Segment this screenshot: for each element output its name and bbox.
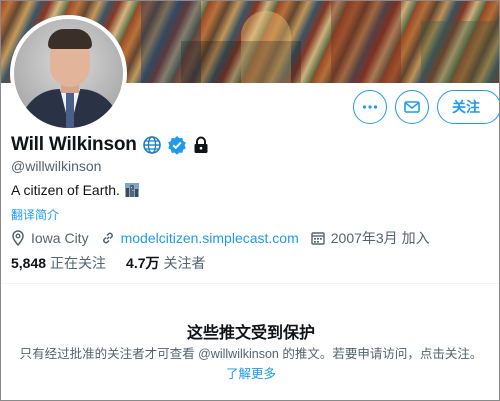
avatar[interactable] <box>10 15 127 132</box>
joined-date: 2007年3月 加入 <box>330 230 430 246</box>
globe-icon <box>142 135 162 155</box>
banner-mural-detail <box>181 41 301 83</box>
website-link[interactable]: modelcitizen.simplecast.com <box>121 230 299 246</box>
follow-counts: 5,848 正在关注 4.7万 关注者 <box>11 253 226 273</box>
translate-bio-link[interactable]: 翻译简介 <box>11 206 59 223</box>
banner-mural-detail <box>421 21 499 83</box>
more-button[interactable] <box>353 90 387 124</box>
followers-count: 4.7万 <box>126 255 160 271</box>
location-item: Iowa City <box>11 230 89 246</box>
message-icon <box>404 101 420 113</box>
verified-badge-icon[interactable] <box>167 135 187 155</box>
profile-meta: Iowa City modelcitizen.simplecast.com 20… <box>11 228 442 248</box>
message-button[interactable] <box>395 90 429 124</box>
more-icon <box>362 105 378 109</box>
name-row: Will Wilkinson <box>11 134 210 156</box>
protected-title: 这些推文受到保护 <box>186 325 315 342</box>
location-pin-icon <box>12 230 24 246</box>
following-label: 正在关注 <box>50 255 107 271</box>
profile-page: 关注 Will Wilkinson @willwilkinson A citiz… <box>0 0 500 401</box>
protected-description: 只有经过批准的关注者才可查看 @willwilkinson 的推文。若要申请访问… <box>19 347 483 361</box>
banner-mural-detail <box>331 1 401 83</box>
bio-text: A citizen of Earth. <box>11 182 120 198</box>
calendar-icon <box>311 232 325 245</box>
following-count: 5,848 <box>11 255 47 271</box>
followers-count-link[interactable]: 4.7万 关注者 <box>126 253 205 273</box>
display-name: Will Wilkinson <box>11 134 137 155</box>
following-count-link[interactable]: 5,848 正在关注 <box>11 253 106 273</box>
section-divider <box>1 283 499 284</box>
joined-item: 2007年3月 加入 <box>311 228 430 248</box>
cityscape-emoji-icon <box>124 183 139 197</box>
website-item: modelcitizen.simplecast.com <box>101 230 299 246</box>
learn-more-link[interactable]: 了解更多 <box>1 363 499 382</box>
user-handle: @willwilkinson <box>11 158 102 174</box>
follow-button[interactable]: 关注 <box>437 90 499 124</box>
followers-label: 关注者 <box>163 255 206 271</box>
bio: A citizen of Earth. <box>11 182 139 198</box>
location-text: Iowa City <box>31 230 89 246</box>
lock-icon <box>192 135 210 155</box>
link-icon <box>102 232 113 244</box>
